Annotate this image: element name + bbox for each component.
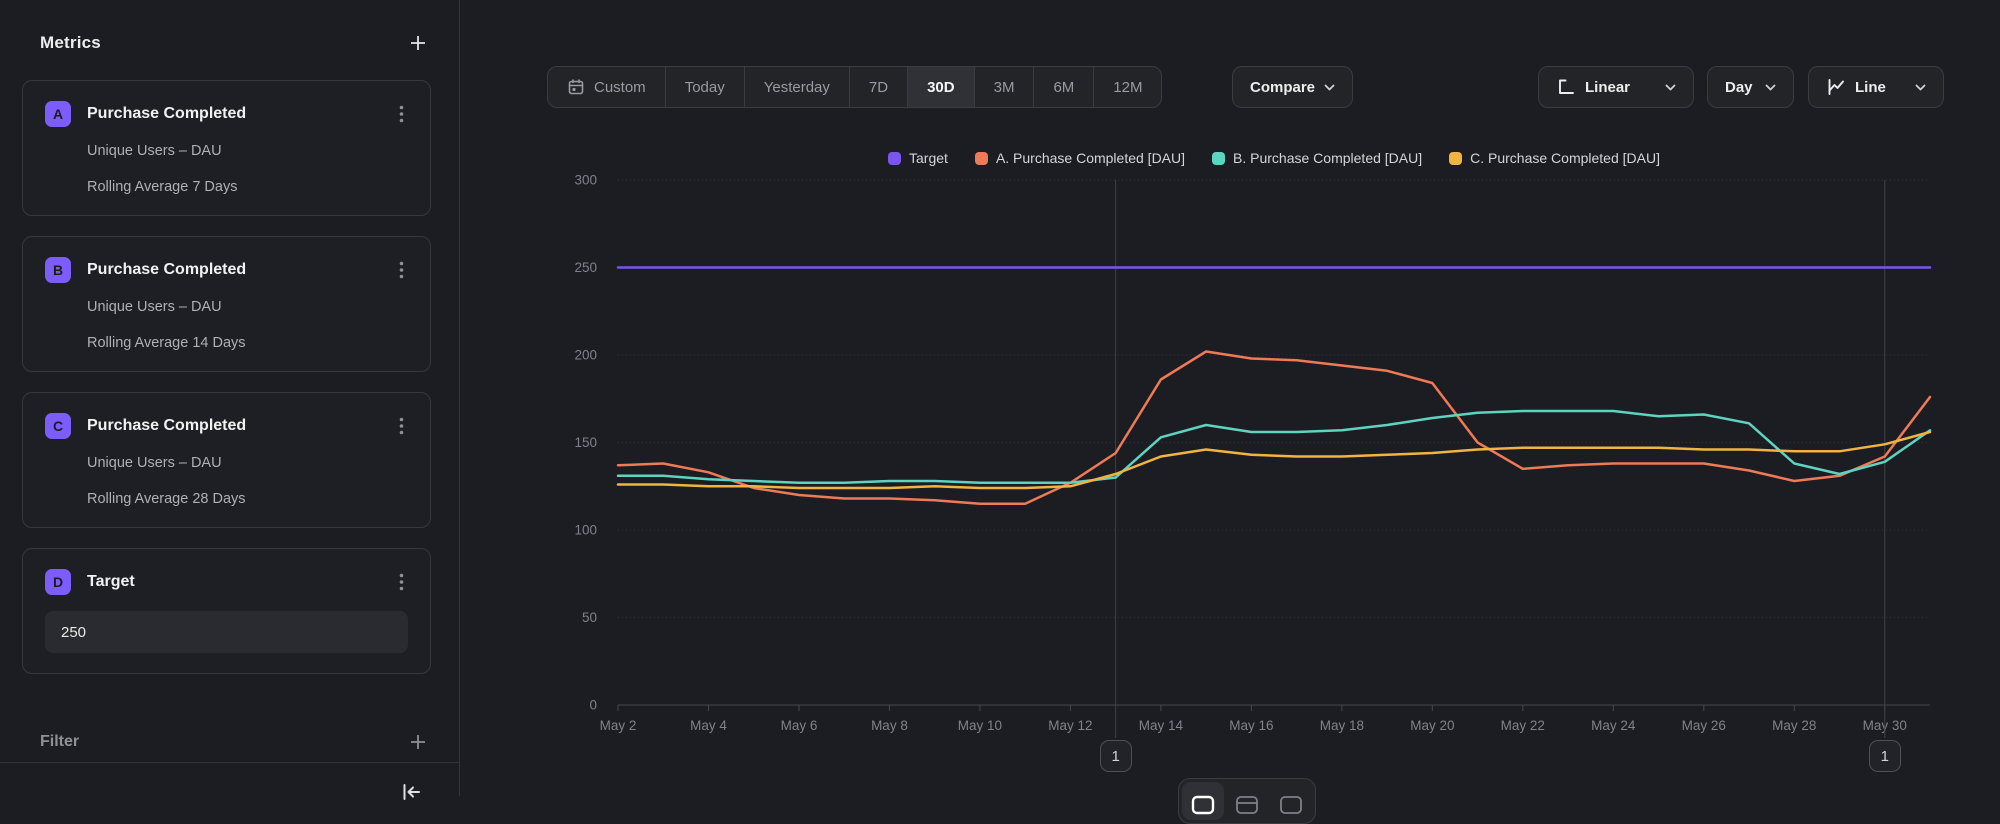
kebab-icon xyxy=(399,573,404,591)
metric-badge-d: D xyxy=(45,569,71,595)
filter-section-header: Filter xyxy=(40,730,431,754)
filter-title: Filter xyxy=(40,733,79,751)
legend-label: Target xyxy=(909,150,948,166)
x-axis-label: May 26 xyxy=(1682,718,1726,733)
add-filter-button[interactable] xyxy=(405,729,431,755)
sidebar-header: Metrics xyxy=(40,30,431,56)
series-line-b xyxy=(618,411,1930,483)
series-line-c xyxy=(618,432,1930,488)
legend-item-b[interactable]: B. Purchase Completed [DAU] xyxy=(1212,150,1422,166)
collapse-left-icon xyxy=(400,782,422,802)
metric-title: Purchase Completed xyxy=(87,105,395,123)
legend-swatch xyxy=(975,152,988,165)
split-layout-icon xyxy=(1235,795,1259,815)
layout-table-only-button[interactable] xyxy=(1270,782,1312,820)
series-line-a xyxy=(618,352,1930,504)
y-axis-label: 150 xyxy=(574,435,597,450)
plus-icon xyxy=(409,34,427,52)
x-axis-label: May 8 xyxy=(871,718,908,733)
metric-menu-button[interactable] xyxy=(395,257,408,283)
kebab-icon xyxy=(399,417,404,435)
layout-split-button[interactable] xyxy=(1226,782,1268,820)
legend-swatch xyxy=(1449,152,1462,165)
metric-card-a[interactable]: A Purchase Completed Unique Users – DAU … xyxy=(22,80,431,216)
table-layout-icon xyxy=(1279,795,1303,815)
annotation-badge[interactable]: 1 xyxy=(1100,740,1132,772)
y-axis-label: 200 xyxy=(574,348,597,363)
legend-label: C. Purchase Completed [DAU] xyxy=(1470,150,1660,166)
target-value-input[interactable]: 250 xyxy=(45,611,408,653)
legend-item-c[interactable]: C. Purchase Completed [DAU] xyxy=(1449,150,1660,166)
x-axis-label: May 2 xyxy=(600,718,637,733)
add-metric-button[interactable] xyxy=(405,30,431,56)
metric-measure: Unique Users – DAU xyxy=(87,455,408,471)
y-axis-label: 300 xyxy=(574,173,597,188)
metric-badge-a: A xyxy=(45,101,71,127)
legend-label: B. Purchase Completed [DAU] xyxy=(1233,150,1422,166)
kebab-icon xyxy=(399,105,404,123)
x-axis-label: May 18 xyxy=(1320,718,1364,733)
metric-badge-b: B xyxy=(45,257,71,283)
chart-legend: Target A. Purchase Completed [DAU] B. Pu… xyxy=(618,147,1930,169)
metric-card-b[interactable]: B Purchase Completed Unique Users – DAU … xyxy=(22,236,431,372)
metric-measure: Unique Users – DAU xyxy=(87,299,408,315)
sidebar-divider xyxy=(0,762,459,763)
x-axis-label: May 16 xyxy=(1229,718,1273,733)
metric-badge-c: C xyxy=(45,413,71,439)
metric-rollup: Rolling Average 7 Days xyxy=(87,179,408,195)
kebab-icon xyxy=(399,261,404,279)
x-axis-label: May 14 xyxy=(1139,718,1184,733)
metric-menu-button[interactable] xyxy=(395,413,408,439)
y-axis-label: 0 xyxy=(589,698,597,713)
metrics-explorer-app: { "sidebar": { "title": "Metrics", "filt… xyxy=(0,0,2000,796)
metrics-sidebar: Metrics A Purchase Completed Unique User… xyxy=(0,0,460,796)
x-axis-label: May 4 xyxy=(690,718,727,733)
metric-title: Purchase Completed xyxy=(87,261,395,279)
legend-item-a[interactable]: A. Purchase Completed [DAU] xyxy=(975,150,1185,166)
metric-card-d-target[interactable]: D Target 250 xyxy=(22,548,431,674)
legend-label: A. Purchase Completed [DAU] xyxy=(996,150,1185,166)
y-axis-label: 250 xyxy=(574,260,597,275)
metric-rollup: Rolling Average 28 Days xyxy=(87,491,408,507)
plus-icon xyxy=(409,733,427,751)
x-axis-label: May 24 xyxy=(1591,718,1636,733)
chart-panel: Custom Today Yesterday 7D 30D 3M 6M 12M … xyxy=(461,0,2000,796)
y-axis-label: 50 xyxy=(582,610,597,625)
annotation-badge[interactable]: 1 xyxy=(1869,740,1901,772)
x-axis-label: May 12 xyxy=(1048,718,1092,733)
metric-rollup: Rolling Average 14 Days xyxy=(87,335,408,351)
sidebar-title: Metrics xyxy=(40,33,101,53)
x-axis-label: May 22 xyxy=(1501,718,1545,733)
legend-swatch xyxy=(888,152,901,165)
line-chart-canvas[interactable]: 0 50 100 150 200 250 300 May 2 May 4 May 6 May 8 Ma… xyxy=(461,0,2000,796)
chart-layout-icon xyxy=(1191,795,1215,815)
metric-title: Target xyxy=(87,573,395,591)
layout-chart-only-button[interactable] xyxy=(1182,782,1224,820)
x-axis-label: May 6 xyxy=(781,718,818,733)
metric-measure: Unique Users – DAU xyxy=(87,143,408,159)
y-axis-label: 100 xyxy=(574,523,597,538)
x-axis-label: May 10 xyxy=(958,718,1002,733)
metric-title: Purchase Completed xyxy=(87,417,395,435)
legend-swatch xyxy=(1212,152,1225,165)
metric-card-c[interactable]: C Purchase Completed Unique Users – DAU … xyxy=(22,392,431,528)
x-axis-label: May 28 xyxy=(1772,718,1816,733)
x-axis-label: May 20 xyxy=(1410,718,1454,733)
metric-menu-button[interactable] xyxy=(395,101,408,127)
collapse-sidebar-button[interactable] xyxy=(400,782,422,805)
layout-toggle-group xyxy=(1178,778,1316,824)
metric-menu-button[interactable] xyxy=(395,569,408,595)
legend-item-target[interactable]: Target xyxy=(888,150,948,166)
